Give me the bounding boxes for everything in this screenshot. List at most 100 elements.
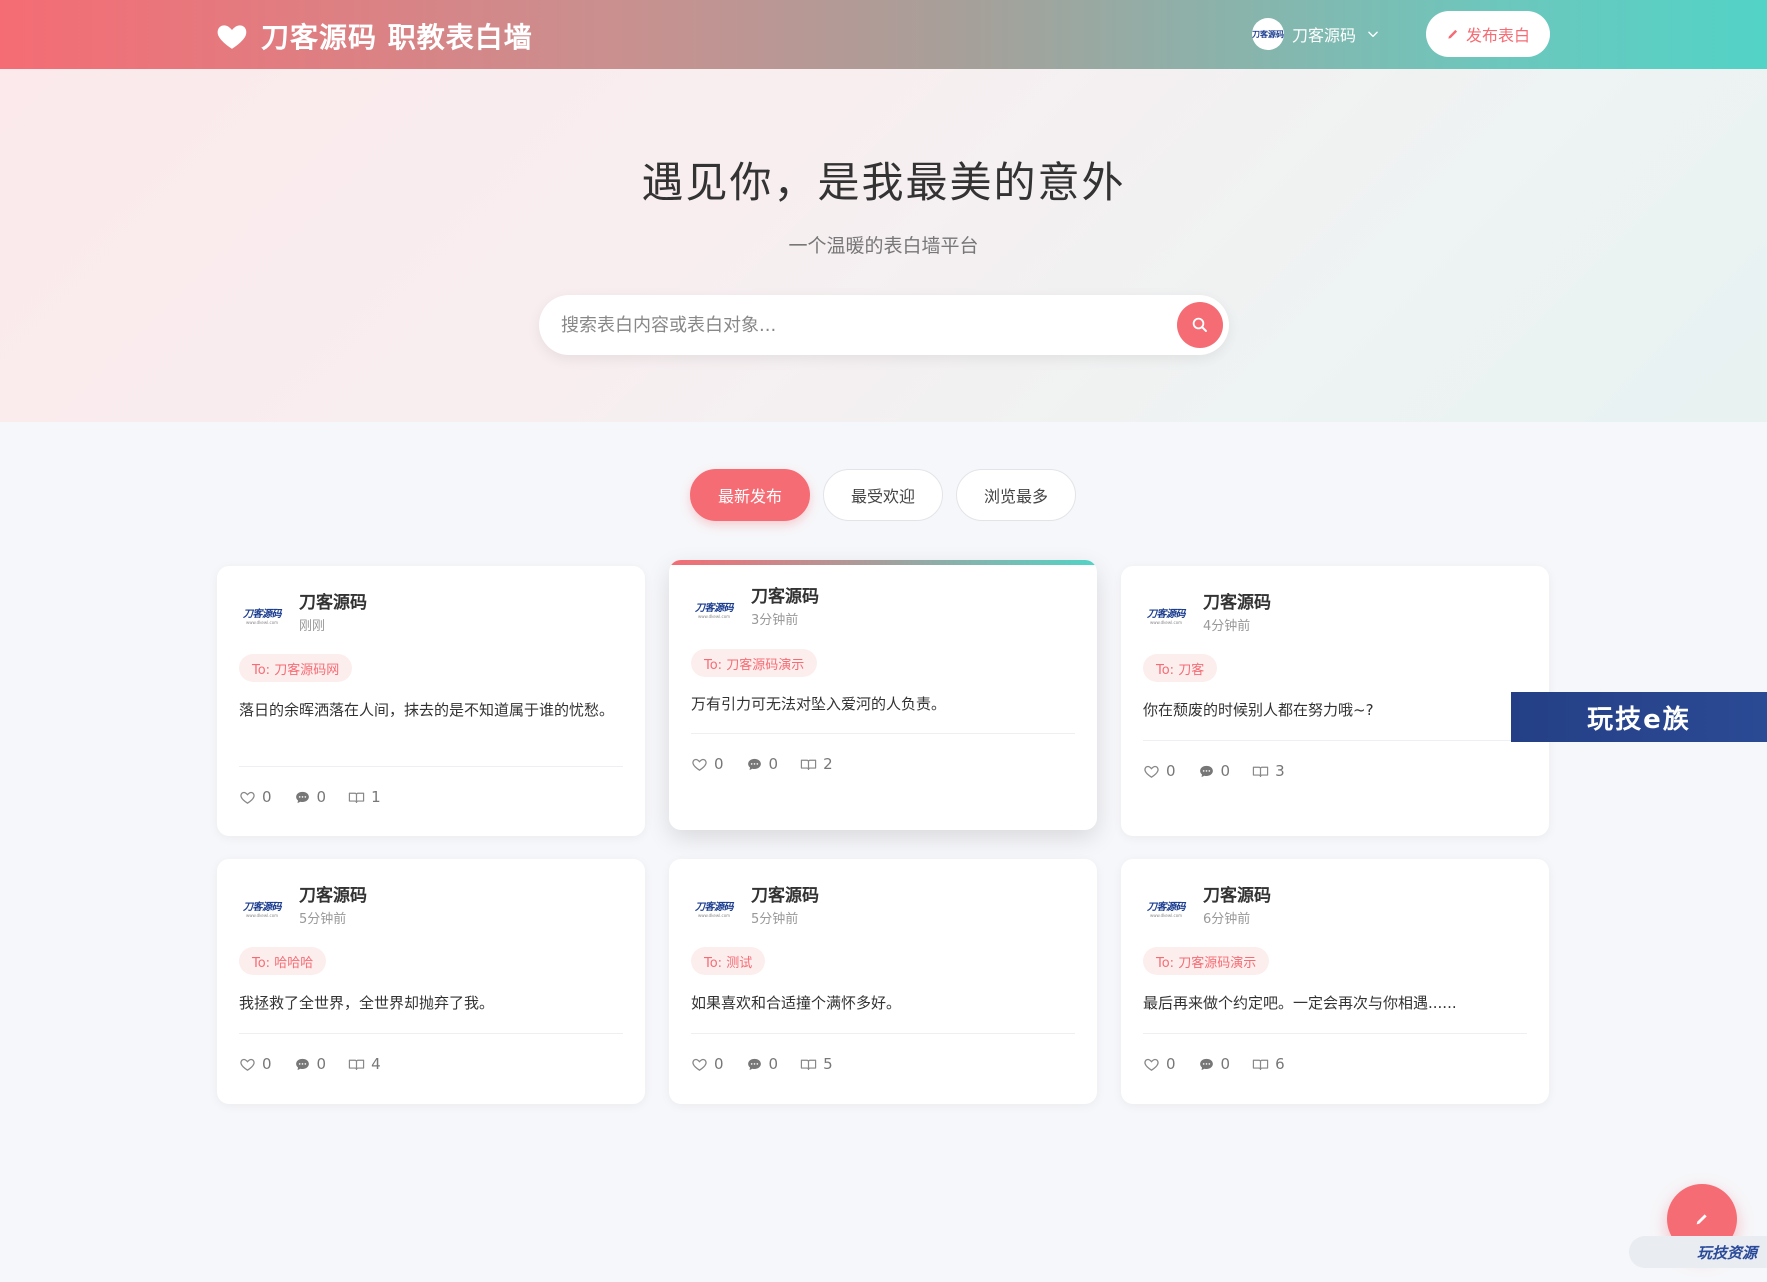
pencil-icon (1448, 29, 1458, 39)
like-count: 0 (714, 755, 724, 773)
like-button[interactable]: 0 (1143, 1055, 1176, 1073)
like-count: 0 (1166, 762, 1176, 780)
confession-card[interactable]: 刀客源码 www.dkewl.com 刀客源码 4分钟前 To: 刀客 你在颓废… (1121, 566, 1549, 836)
comment-icon (295, 1058, 309, 1070)
author-avatar: 刀客源码 www.dkewl.com (691, 885, 737, 931)
like-count: 0 (714, 1055, 724, 1073)
like-count: 0 (1166, 1055, 1176, 1073)
card-divider (239, 1033, 623, 1034)
post-time: 5分钟前 (751, 912, 799, 927)
author-avatar: 刀客源码 www.dkewl.com (1143, 885, 1189, 931)
search-button[interactable] (1177, 302, 1223, 348)
confession-card[interactable]: 刀客源码 www.dkewl.com 刀客源码 5分钟前 To: 哈哈哈 我拯救… (217, 859, 645, 1104)
avatar-logo-text: 刀客源码 (695, 902, 734, 913)
like-button[interactable]: 0 (239, 788, 272, 806)
chevron-down-icon (1368, 31, 1378, 38)
comment-icon (1199, 765, 1213, 777)
tab-popular[interactable]: 最受欢迎 (823, 469, 943, 521)
view-count: 4 (371, 1055, 381, 1073)
card-divider (691, 1033, 1075, 1034)
card-stats: 0 0 4 (239, 1055, 403, 1073)
book-icon (348, 792, 365, 803)
search-icon (1192, 317, 1207, 332)
card-header: 刀客源码 www.dkewl.com 刀客源码 4分钟前 (1143, 592, 1271, 638)
card-divider (1143, 1033, 1527, 1034)
search-input[interactable] (561, 305, 1131, 345)
tab-most-viewed[interactable]: 浏览最多 (956, 469, 1076, 521)
like-button[interactable]: 0 (239, 1055, 272, 1073)
book-icon (1252, 1059, 1269, 1070)
comment-icon (747, 758, 761, 770)
card-content: 我拯救了全世界，全世界却抛弃了我。 (239, 994, 495, 1012)
pencil-icon (1696, 1214, 1707, 1225)
confession-card[interactable]: 刀客源码 www.dkewl.com 刀客源码 6分钟前 To: 刀客源码演示 … (1121, 859, 1549, 1104)
heart-outline-icon (1144, 1058, 1159, 1071)
like-count: 0 (262, 788, 272, 806)
author-name: 刀客源码 (751, 587, 819, 607)
comment-count: 0 (768, 755, 779, 773)
author-avatar: 刀客源码 www.dkewl.com (691, 586, 737, 632)
comment-button[interactable]: 0 (746, 1055, 778, 1073)
author-avatar: 刀客源码 www.dkewl.com (239, 592, 285, 638)
comment-button[interactable]: 0 (294, 1055, 327, 1073)
user-name: 刀客源码 (1292, 26, 1357, 45)
comment-count: 0 (316, 1055, 327, 1073)
view-count: 6 (1275, 1055, 1285, 1073)
comment-button[interactable]: 0 (1198, 762, 1231, 780)
hero-section: 遇见你，是我最美的意外 一个温暖的表白墙平台 (0, 69, 1767, 422)
view-count: 3 (1275, 762, 1285, 780)
author-avatar: 刀客源码 www.dkewl.com (239, 885, 285, 931)
tab-latest[interactable]: 最新发布 (690, 469, 810, 521)
card-content: 万有引力可无法对坠入爱河的人负责。 (691, 695, 947, 713)
author-name: 刀客源码 (751, 886, 819, 906)
post-time: 5分钟前 (299, 912, 347, 927)
top-navbar: 刀客源码 职教表白墙 刀客源码 刀客源码 发布表白 (0, 0, 1767, 69)
recipient-tag: To: 刀客源码网 (239, 654, 353, 682)
comment-button[interactable]: 0 (1198, 1055, 1230, 1073)
author-name: 刀客源码 (299, 886, 367, 906)
comment-button[interactable]: 0 (294, 788, 327, 806)
publish-button[interactable]: 发布表白 (1426, 11, 1550, 57)
card-content: 你在颓废的时候别人都在努力哦~? (1143, 701, 1374, 719)
search-bar (539, 295, 1229, 355)
like-button[interactable]: 0 (691, 1055, 724, 1073)
avatar-logo-url: www.dkewl.com (245, 913, 279, 918)
book-icon (800, 759, 817, 770)
avatar-logo-text: 刀客源码 (1147, 902, 1186, 913)
comment-button[interactable]: 0 (746, 755, 779, 773)
avatar-logo-url: www.dkewl.com (1149, 913, 1183, 918)
comment-count: 0 (316, 788, 327, 806)
like-button[interactable]: 0 (691, 755, 724, 773)
avatar-logo-text: 刀客源码 (1147, 609, 1186, 620)
comment-icon (747, 1058, 761, 1070)
avatar-logo-url: www.dkewl.com (697, 913, 731, 918)
like-button[interactable]: 0 (1143, 762, 1176, 780)
avatar-logo-url: www.dkewl.com (697, 614, 731, 619)
brand[interactable]: 刀客源码 职教表白墙 (215, 16, 533, 56)
author-avatar: 刀客源码 www.dkewl.com (1143, 592, 1189, 638)
comment-count: 0 (1220, 762, 1231, 780)
view-count: 1 (371, 788, 381, 806)
confession-card[interactable]: 刀客源码 www.dkewl.com 刀客源码 3分钟前 To: 刀客源码演示 … (669, 560, 1097, 830)
author-name: 刀客源码 (299, 593, 367, 613)
book-icon (1252, 766, 1269, 777)
post-time: 刚刚 (299, 619, 326, 634)
card-divider (239, 766, 623, 767)
recipient-tag: To: 哈哈哈 (239, 947, 327, 975)
view-stat: 2 (800, 755, 833, 773)
avatar-logo-text: 刀客源码 (243, 902, 282, 913)
heart-outline-icon (240, 791, 255, 804)
confession-card[interactable]: 刀客源码 www.dkewl.com 刀客源码 5分钟前 To: 测试 如果喜欢… (669, 859, 1097, 1104)
card-stats: 0 0 1 (239, 788, 403, 806)
card-stats: 0 0 2 (691, 755, 855, 773)
recipient-tag: To: 测试 (691, 947, 766, 975)
confession-card[interactable]: 刀客源码 www.dkewl.com 刀客源码 刚刚 To: 刀客源码网 落日的… (217, 566, 645, 836)
avatar-logo-url: www.dkewl.com (1149, 620, 1183, 625)
post-time: 3分钟前 (751, 613, 799, 628)
view-stat: 6 (1252, 1055, 1285, 1073)
comment-icon (1199, 1058, 1213, 1070)
avatar: 刀客源码 (1252, 18, 1284, 50)
post-time: 6分钟前 (1203, 912, 1251, 927)
user-menu[interactable]: 刀客源码 刀客源码 (1252, 18, 1380, 50)
post-time: 4分钟前 (1203, 619, 1251, 634)
